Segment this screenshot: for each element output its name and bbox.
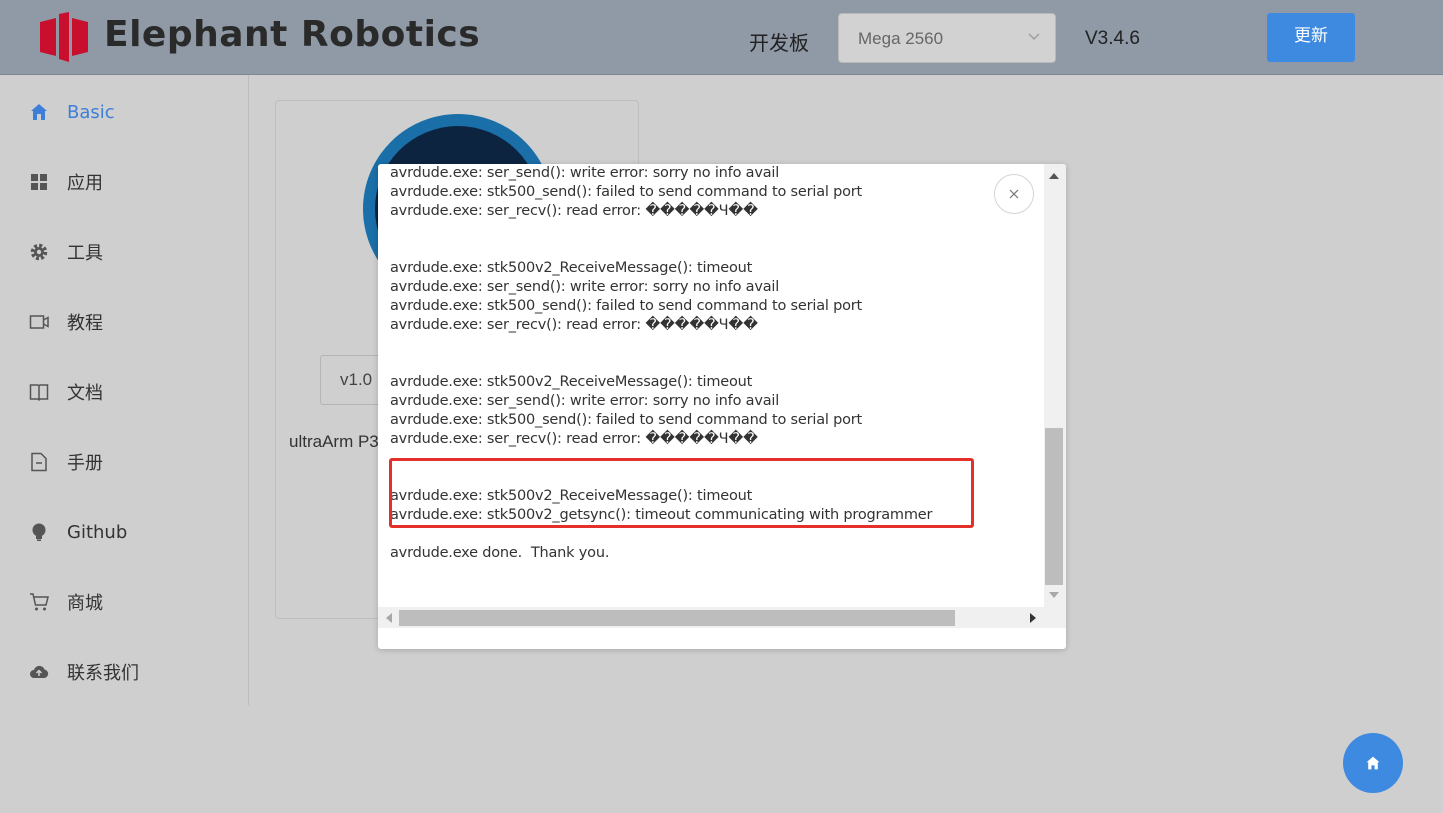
sidebar-item-label: 手册 (67, 453, 103, 474)
sidebar-item-label: 商城 (67, 593, 103, 614)
video-icon (28, 311, 50, 333)
top-header: Elephant Robotics 开发板 Mega 2560 V3.4.6 更… (0, 0, 1443, 75)
flash-log-dialog: avrdude.exe: ser_send(): write error: so… (378, 164, 1066, 649)
floating-home-button[interactable] (1343, 733, 1403, 793)
brand-title: Elephant Robotics (104, 14, 481, 55)
sidebar-item-manual[interactable]: 手册 (28, 447, 103, 477)
log-line: avrdude.exe done. Thank you. (390, 545, 610, 561)
sidebar-item-apps[interactable]: 应用 (28, 167, 103, 197)
log-line: avrdude.exe: ser_recv(): read error: ���… (390, 203, 758, 219)
horizontal-scrollbar[interactable] (378, 607, 1044, 628)
device-name: ultraArm P3 (289, 432, 379, 451)
log-line: avrdude.exe: stk500v2_ReceiveMessage(): … (390, 374, 753, 390)
log-output: avrdude.exe: ser_send(): write error: so… (378, 164, 1044, 607)
sidebar-item-label: 教程 (67, 313, 103, 334)
vertical-scrollbar[interactable] (1044, 164, 1066, 607)
sidebar-item-tools[interactable]: 工具 (28, 237, 103, 267)
scroll-right-arrow-icon[interactable] (1030, 613, 1036, 623)
log-line: avrdude.exe: ser_recv(): read error: ���… (390, 431, 758, 447)
bulb-icon (28, 521, 50, 543)
sidebar-item-docs[interactable]: 文档 (28, 377, 103, 407)
log-line: avrdude.exe: ser_send(): write error: so… (390, 279, 780, 295)
book-icon (28, 381, 50, 403)
version-label: V3.4.6 (1085, 28, 1140, 49)
sidebar-item-label: Basic (67, 101, 115, 123)
sidebar-item-label: 应用 (67, 173, 103, 194)
scroll-up-arrow-icon[interactable] (1049, 173, 1059, 179)
sidebar-item-github[interactable]: Github (28, 517, 127, 547)
home-icon (28, 101, 50, 123)
sidebar-item-label: 工具 (67, 243, 103, 264)
sidebar-item-contact[interactable]: 联系我们 (28, 657, 139, 687)
log-line: avrdude.exe: stk500v2_ReceiveMessage(): … (390, 260, 753, 276)
sidebar-item-label: Github (67, 521, 128, 543)
file-icon (28, 451, 50, 473)
log-line: avrdude.exe: stk500_send(): failed to se… (390, 184, 863, 200)
log-line: avrdude.exe: stk500_send(): failed to se… (390, 412, 863, 428)
horizontal-scroll-thumb[interactable] (399, 610, 955, 626)
chevron-down-icon (1028, 33, 1040, 40)
close-button[interactable] (994, 174, 1034, 214)
cloud-icon (28, 661, 50, 683)
sidebar-item-label: 联系我们 (67, 663, 139, 684)
scroll-down-arrow-icon[interactable] (1049, 592, 1059, 598)
board-label: 开发板 (749, 31, 809, 55)
grid-icon (28, 171, 50, 193)
scroll-left-arrow-icon[interactable] (386, 613, 392, 623)
sidebar-item-shop[interactable]: 商城 (28, 587, 103, 617)
error-highlight-box (389, 458, 974, 528)
close-icon (1009, 189, 1019, 199)
board-select-value: Mega 2560 (858, 29, 944, 48)
elephant-robotics-logo-icon (40, 12, 88, 62)
scrollbar-corner (1044, 607, 1066, 628)
update-button[interactable]: 更新 (1267, 13, 1355, 62)
gear-icon (28, 241, 50, 263)
sidebar-item-label: 文档 (67, 383, 103, 404)
log-line: avrdude.exe: ser_send(): write error: so… (390, 165, 780, 181)
vertical-scroll-thumb[interactable] (1045, 428, 1063, 585)
log-line: avrdude.exe: ser_send(): write error: so… (390, 393, 780, 409)
sidebar-item-tutorials[interactable]: 教程 (28, 307, 103, 337)
log-line: avrdude.exe: stk500_send(): failed to se… (390, 298, 863, 314)
log-line: avrdude.exe: ser_recv(): read error: ���… (390, 317, 758, 333)
board-select[interactable]: Mega 2560 (838, 13, 1056, 63)
sidebar-item-basic[interactable]: Basic (28, 97, 115, 127)
sidebar: Basic 应用 工具 教程 文档 手册 Github 商城 联系我们 (0, 75, 249, 705)
cart-icon (28, 591, 50, 613)
home-icon (1366, 756, 1380, 770)
